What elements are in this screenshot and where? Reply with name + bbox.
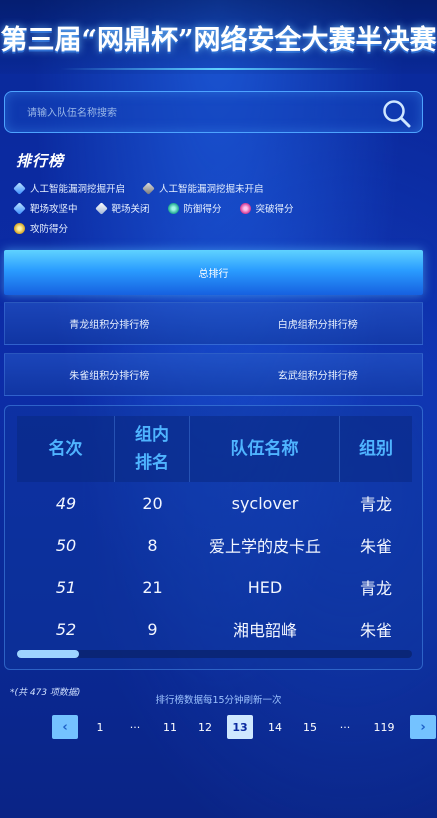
legend-label: 人工智能漏洞挖掘未开启	[159, 184, 264, 195]
tab-qinglong[interactable]: 青龙组积分排行榜	[5, 303, 214, 344]
legend-item-ai-off: 人工智能漏洞挖掘未开启	[142, 181, 264, 195]
cell-rank: 52	[55, 619, 77, 639]
page-12[interactable]: 12	[192, 715, 218, 739]
cell-group-rank: 8	[147, 535, 158, 555]
ranking-table: 名次 组内 排名 队伍名称 组别 49 20 syclover 青龙 50 8 …	[4, 405, 423, 670]
page-1[interactable]: 1	[87, 715, 113, 739]
page-title: 第三届“网鼎杯”网络安全大赛半决赛	[0, 24, 437, 56]
cell-team: syclover	[231, 493, 299, 513]
legend-item-ai-on: 人工智能漏洞挖掘开启	[13, 181, 126, 195]
cell-group: 青龙	[359, 579, 392, 598]
horizontal-scrollbar[interactable]	[17, 650, 412, 658]
table-row[interactable]: 50 8 爱上学的皮卡丘 朱雀	[17, 524, 412, 566]
header-rank: 名次	[17, 416, 115, 482]
page-11[interactable]: 11	[157, 715, 183, 739]
cube-blue-icon	[13, 181, 26, 195]
legend-item-range-closed: 靶场关闭	[94, 201, 150, 215]
page-ellipsis[interactable]: ···	[122, 715, 148, 739]
pagination: ‹ 1 ··· 11 12 13 14 15 ··· 119 ›	[52, 715, 437, 739]
legend-row-1: 人工智能漏洞挖掘开启 人工智能漏洞挖掘未开启	[13, 181, 282, 195]
pink-dot-icon	[239, 202, 251, 214]
cell-group-rank: 9	[147, 619, 158, 639]
cube-gray-icon	[142, 181, 155, 195]
table-row[interactable]: 49 20 syclover 青龙	[17, 482, 412, 524]
prev-page-button[interactable]: ‹	[52, 715, 78, 739]
cell-team: 湘电韶峰	[232, 621, 297, 640]
title-bar: 第三届“网鼎杯”网络安全大赛半决赛	[0, 0, 437, 74]
group-tabs-row-1: 青龙组积分排行榜 白虎组积分排行榜	[4, 302, 423, 345]
legend-item-range-active: 靶场攻坚中	[13, 201, 78, 215]
table-inner: 名次 组内 排名 队伍名称 组别 49 20 syclover 青龙 50 8 …	[17, 416, 412, 650]
cell-team: HED	[247, 577, 283, 597]
teal-dot-icon	[167, 202, 179, 214]
legend-label: 防御得分	[183, 204, 222, 215]
legend-row-3: 攻防得分	[14, 221, 86, 235]
legend-label: 突破得分	[255, 204, 294, 215]
legend-item-defense: 防御得分	[167, 201, 222, 215]
cell-group: 朱雀	[359, 621, 392, 640]
table-row[interactable]: 51 21 HED 青龙	[17, 566, 412, 608]
page-ellipsis[interactable]: ···	[332, 715, 358, 739]
legend-label: 人工智能漏洞挖掘开启	[30, 184, 126, 195]
tab-xuanwu[interactable]: 玄武组积分排行榜	[214, 354, 423, 395]
next-page-button[interactable]: ›	[410, 715, 436, 739]
tab-total-ranking[interactable]: 总排行	[4, 250, 423, 295]
search-input[interactable]	[27, 102, 357, 124]
header-group: 组别	[359, 439, 393, 459]
header-team-name: 队伍名称	[190, 416, 340, 482]
legend-label: 靶场攻坚中	[30, 204, 78, 215]
cube-white-icon	[94, 201, 108, 215]
gold-dot-icon	[14, 222, 25, 234]
page-15[interactable]: 15	[297, 715, 323, 739]
header-group-rank: 组内 排名	[115, 416, 190, 482]
cell-group: 青龙	[359, 495, 392, 514]
scrollbar-thumb[interactable]	[17, 650, 79, 658]
cell-rank: 50	[55, 535, 77, 555]
legend-row-2: 靶场攻坚中 靶场关闭 防御得分 突破得分	[13, 201, 312, 215]
refresh-note: 排行榜数据每15分钟刷新一次	[155, 695, 282, 706]
tab-baihu[interactable]: 白虎组积分排行榜	[214, 303, 423, 344]
search-box[interactable]	[4, 91, 423, 133]
cell-group-rank: 21	[142, 577, 163, 597]
tab-zhuque[interactable]: 朱雀组积分排行榜	[5, 354, 214, 395]
page-14[interactable]: 14	[262, 715, 288, 739]
page-119[interactable]: 119	[367, 715, 401, 739]
cube-blue-icon	[13, 201, 26, 215]
group-tabs-row-2: 朱雀组积分排行榜 玄武组积分排行榜	[4, 353, 423, 396]
cell-team: 爱上学的皮卡丘	[208, 537, 321, 556]
leaderboard-title: 排行榜	[16, 152, 65, 170]
cell-group-rank: 20	[142, 493, 163, 513]
table-row[interactable]: 52 9 湘电韶峰 朱雀	[17, 608, 412, 650]
cell-group: 朱雀	[359, 537, 392, 556]
legend-label: 靶场关闭	[111, 204, 150, 215]
search-icon[interactable]	[380, 97, 412, 129]
cell-rank: 51	[55, 577, 77, 597]
legend-item-attack-defense: 攻防得分	[14, 221, 68, 235]
legend-label: 攻防得分	[30, 224, 69, 235]
cell-rank: 49	[55, 493, 77, 513]
table-header: 名次 组内 排名 队伍名称 组别	[17, 416, 412, 482]
page-13-current[interactable]: 13	[227, 715, 253, 739]
legend-item-breakthrough: 突破得分	[239, 201, 294, 215]
